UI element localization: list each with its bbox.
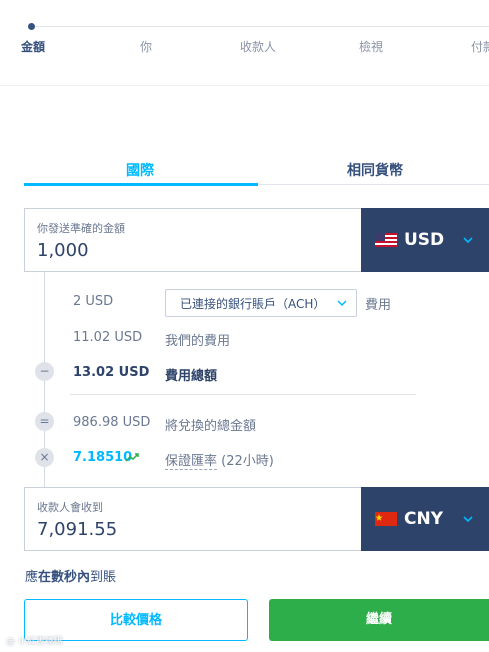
continue-button[interactable]: 繼續 (269, 599, 489, 641)
chevron-down-icon (337, 300, 347, 307)
trending-up-icon (125, 453, 139, 462)
minus-icon: − (35, 362, 54, 381)
converted-amount: 986.98 USD (73, 415, 151, 430)
chevron-down-icon (463, 237, 473, 244)
payment-method-select[interactable]: 已連接的銀行賬戶（ACH） (165, 289, 357, 317)
progress-track (30, 26, 489, 27)
send-currency-select[interactable]: USD (361, 208, 489, 272)
send-amount-field[interactable]: 你發送準確的金額 1,000 USD (24, 208, 489, 272)
chevron-down-icon (463, 516, 473, 523)
tab-active-indicator (24, 183, 258, 186)
step-amount: 金額 (21, 40, 46, 54)
step-you: 你 (140, 40, 153, 54)
arrival-suffix: 到賬 (90, 570, 117, 585)
guaranteed-rate: 保證匯率 (22小時) (165, 450, 274, 470)
receive-amount-field[interactable]: 收款人會收到 7,091.55 CNY (24, 487, 489, 551)
step-recipient: 收款人 (240, 40, 277, 54)
total-fee-amount: 13.02 USD (73, 365, 150, 380)
arrival-estimate: 應在數秒內到賬 (25, 566, 116, 585)
send-amount-label: 你發送準確的金額 (37, 222, 125, 235)
ach-fee-amount: 2 USD (73, 294, 114, 309)
breakdown-divider (70, 394, 416, 395)
step-review: 檢視 (359, 40, 384, 54)
ach-fee-label: 費用 (365, 298, 392, 313)
our-fee-label: 我們的費用 (165, 334, 231, 349)
cn-flag-icon (375, 512, 397, 526)
watermark: @ 小紅書號碼 (6, 637, 63, 647)
multiply-icon: × (35, 448, 54, 467)
tab-international[interactable]: 國際 (126, 160, 154, 180)
guaranteed-rate-link[interactable]: 保證匯率 (165, 454, 218, 470)
total-fee-label: 費用總額 (165, 369, 218, 384)
equals-icon: = (35, 412, 54, 431)
receive-amount-label: 收款人會收到 (37, 501, 103, 514)
step-pay: 付款 (471, 40, 489, 54)
receive-currency-select[interactable]: CNY (361, 487, 489, 551)
payment-method-value: 已連接的銀行賬戶（ACH） (180, 297, 326, 311)
receive-currency-code: CNY (404, 509, 444, 529)
send-amount-input[interactable]: 1,000 (37, 240, 89, 261)
arrival-prefix: 應 (25, 570, 39, 585)
exchange-rate-value: 7.18510 (73, 450, 133, 465)
receive-amount-input[interactable]: 7,091.55 (37, 519, 117, 540)
tab-same-currency[interactable]: 相同貨幣 (347, 160, 403, 180)
converted-label: 將兌換的總金額 (165, 419, 257, 434)
our-fee-amount: 11.02 USD (73, 330, 143, 345)
guaranteed-rate-duration: (22小時) (217, 454, 274, 469)
arrival-time: 在數秒內 (38, 570, 91, 585)
us-flag-icon (375, 233, 397, 247)
header-divider (0, 85, 489, 86)
progress-current-dot (28, 23, 35, 30)
send-currency-code: USD (404, 230, 445, 250)
